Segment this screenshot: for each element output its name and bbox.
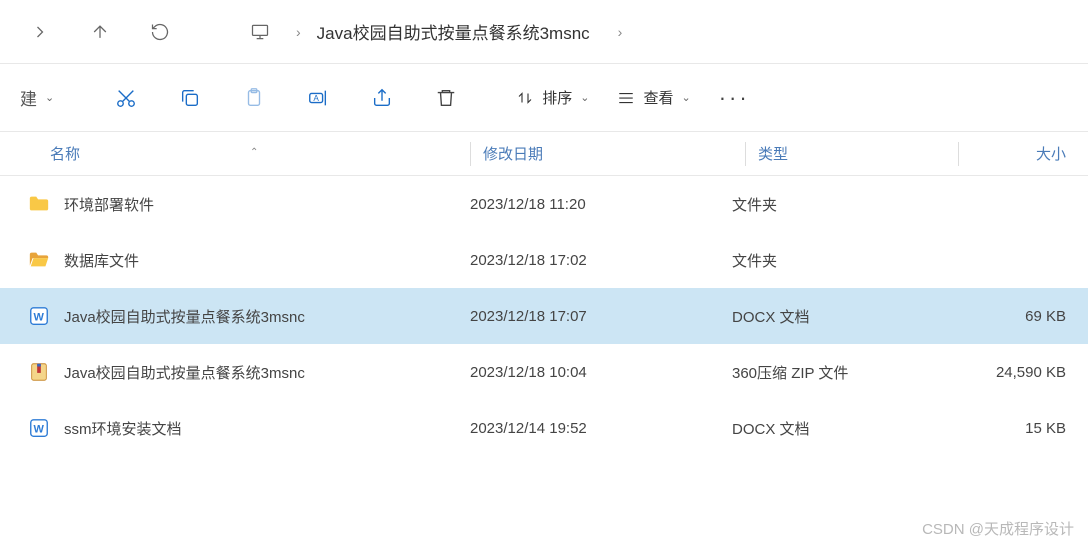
column-headers: 名称 ⌃ 修改日期 类型 大小 [0, 132, 1088, 176]
file-size: 15 KB [932, 420, 1088, 437]
file-date: 2023/12/18 11:20 [470, 196, 732, 213]
folder-open-icon [28, 249, 50, 271]
more-button[interactable]: ··· [719, 85, 750, 111]
breadcrumb: › Java校园自助式按量点餐系统3msnc › [240, 12, 638, 52]
new-button[interactable]: 建 ⌄ [20, 85, 54, 110]
cut-button[interactable] [104, 76, 148, 120]
file-type: DOCX 文档 [732, 306, 932, 327]
file-row[interactable]: Wssm环境安装文档2023/12/14 19:52DOCX 文档15 KB [0, 400, 1088, 456]
rename-button[interactable]: A [296, 76, 340, 120]
breadcrumb-current[interactable]: Java校园自助式按量点餐系统3msnc [317, 19, 590, 44]
delete-button[interactable] [424, 76, 468, 120]
sort-indicator-icon: ⌃ [250, 147, 258, 158]
docx-icon: W [28, 417, 50, 439]
file-date: 2023/12/18 17:07 [470, 308, 732, 325]
file-type: 360压缩 ZIP 文件 [732, 362, 932, 383]
zip-icon [28, 361, 50, 383]
chevron-down-icon: ⌄ [45, 91, 54, 104]
file-list: 环境部署软件2023/12/18 11:20文件夹数据库文件2023/12/18… [0, 176, 1088, 456]
file-row[interactable]: Java校园自助式按量点餐系统3msnc2023/12/18 10:04360压… [0, 344, 1088, 400]
file-name: Java校园自助式按量点餐系统3msnc [64, 362, 470, 383]
file-name: 环境部署软件 [64, 194, 470, 215]
folder-icon [28, 193, 50, 215]
file-row[interactable]: 环境部署软件2023/12/18 11:20文件夹 [0, 176, 1088, 232]
file-name: ssm环境安装文档 [64, 418, 470, 439]
col-header-type[interactable]: 类型 [758, 143, 958, 164]
col-header-date[interactable]: 修改日期 [483, 143, 745, 164]
file-type: 文件夹 [732, 250, 932, 271]
file-date: 2023/12/14 19:52 [470, 420, 732, 437]
file-row[interactable]: W Java校园自助式按量点餐系统3msnc2023/12/18 17:07DOC… [0, 288, 1088, 344]
svg-text:W: W [34, 424, 45, 436]
svg-text:A: A [314, 93, 320, 102]
docx-icon: W [28, 305, 50, 327]
paste-button[interactable] [232, 76, 276, 120]
refresh-button[interactable] [140, 12, 180, 52]
forward-button[interactable] [20, 12, 60, 52]
sort-button[interactable]: 排序 ⌄ [516, 87, 589, 108]
copy-button[interactable] [168, 76, 212, 120]
file-type: 文件夹 [732, 194, 932, 215]
view-button[interactable]: 查看 ⌄ [617, 87, 690, 108]
file-size: 24,590 KB [932, 364, 1088, 381]
chevron-down-icon: ⌄ [681, 91, 690, 104]
up-button[interactable] [80, 12, 120, 52]
file-name: Java校园自助式按量点餐系统3msnc [64, 306, 470, 327]
file-row[interactable]: 数据库文件2023/12/18 17:02文件夹 [0, 232, 1088, 288]
svg-text:W: W [34, 312, 45, 324]
watermark: CSDN @天成程序设计 [922, 518, 1074, 539]
file-date: 2023/12/18 10:04 [470, 364, 732, 381]
file-date: 2023/12/18 17:02 [470, 252, 732, 269]
nav-bar: › Java校园自助式按量点餐系统3msnc › [0, 0, 1088, 64]
file-type: DOCX 文档 [732, 418, 932, 439]
chevron-right-icon: › [296, 24, 301, 40]
share-button[interactable] [360, 76, 404, 120]
chevron-down-icon: ⌄ [580, 91, 589, 104]
monitor-icon[interactable] [240, 12, 280, 52]
toolbar: 建 ⌄ A 排序 ⌄ 查看 ⌄ ··· [0, 64, 1088, 132]
chevron-right-icon: › [618, 24, 623, 40]
file-name: 数据库文件 [64, 250, 470, 271]
file-size: 69 KB [932, 308, 1088, 325]
col-header-name[interactable]: 名称 ⌃ [0, 143, 470, 164]
col-header-size[interactable]: 大小 [971, 143, 1088, 164]
